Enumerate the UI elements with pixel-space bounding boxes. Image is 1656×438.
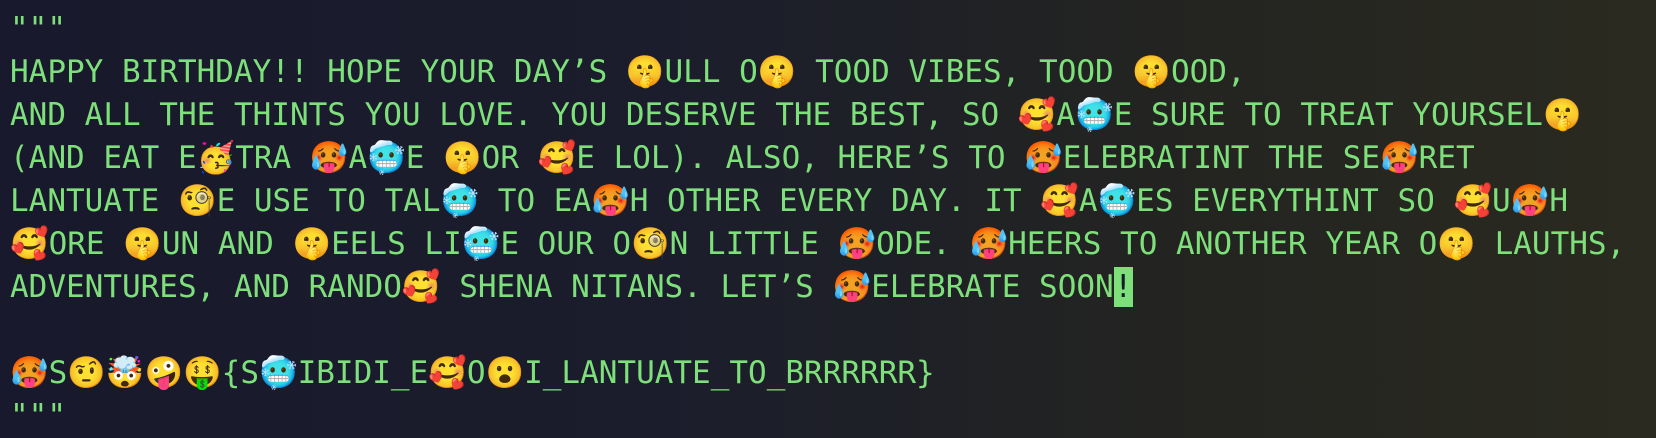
docstring-close: """ <box>10 398 66 434</box>
text-cursor: ! <box>1113 267 1133 307</box>
flag-line: 🥵S🤨🤯🤪🤑{S🥶IBIDI_E🥰O😮I_LANTUATE_TO_BRRRRRR… <box>10 355 935 391</box>
text-line-2: AND ALL THE THINTS YOU LOVE. YOU DESERVE… <box>10 97 1582 133</box>
text-line-6: ADVENTURES, AND RANDO🥰 SHENA NITANS. LET… <box>10 266 1656 309</box>
text-line-3: (AND EAT E🥳TRA 🥵A🥶E 🤫OR 🥰E LOL). ALSO, H… <box>10 140 1475 176</box>
text-line-6-content: ADVENTURES, AND RANDO🥰 SHENA NITANS. LET… <box>10 269 1114 305</box>
docstring-open: """ <box>10 11 66 47</box>
text-line-4: LANTUATE 🧐E USE TO TAL🥶 TO EA🥵H OTHER EV… <box>10 183 1568 219</box>
text-line-5: 🥰ORE 🤫UN AND 🤫EELS LI🥶E OUR O🧐N LITTLE 🥵… <box>10 226 1626 262</box>
text-line-1: HAPPY BIRTHDAY!! HOPE YOUR DAY’S 🤫ULL O🤫… <box>10 54 1246 90</box>
terminal-window[interactable]: """ HAPPY BIRTHDAY!! HOPE YOUR DAY’S 🤫UL… <box>0 0 1656 438</box>
